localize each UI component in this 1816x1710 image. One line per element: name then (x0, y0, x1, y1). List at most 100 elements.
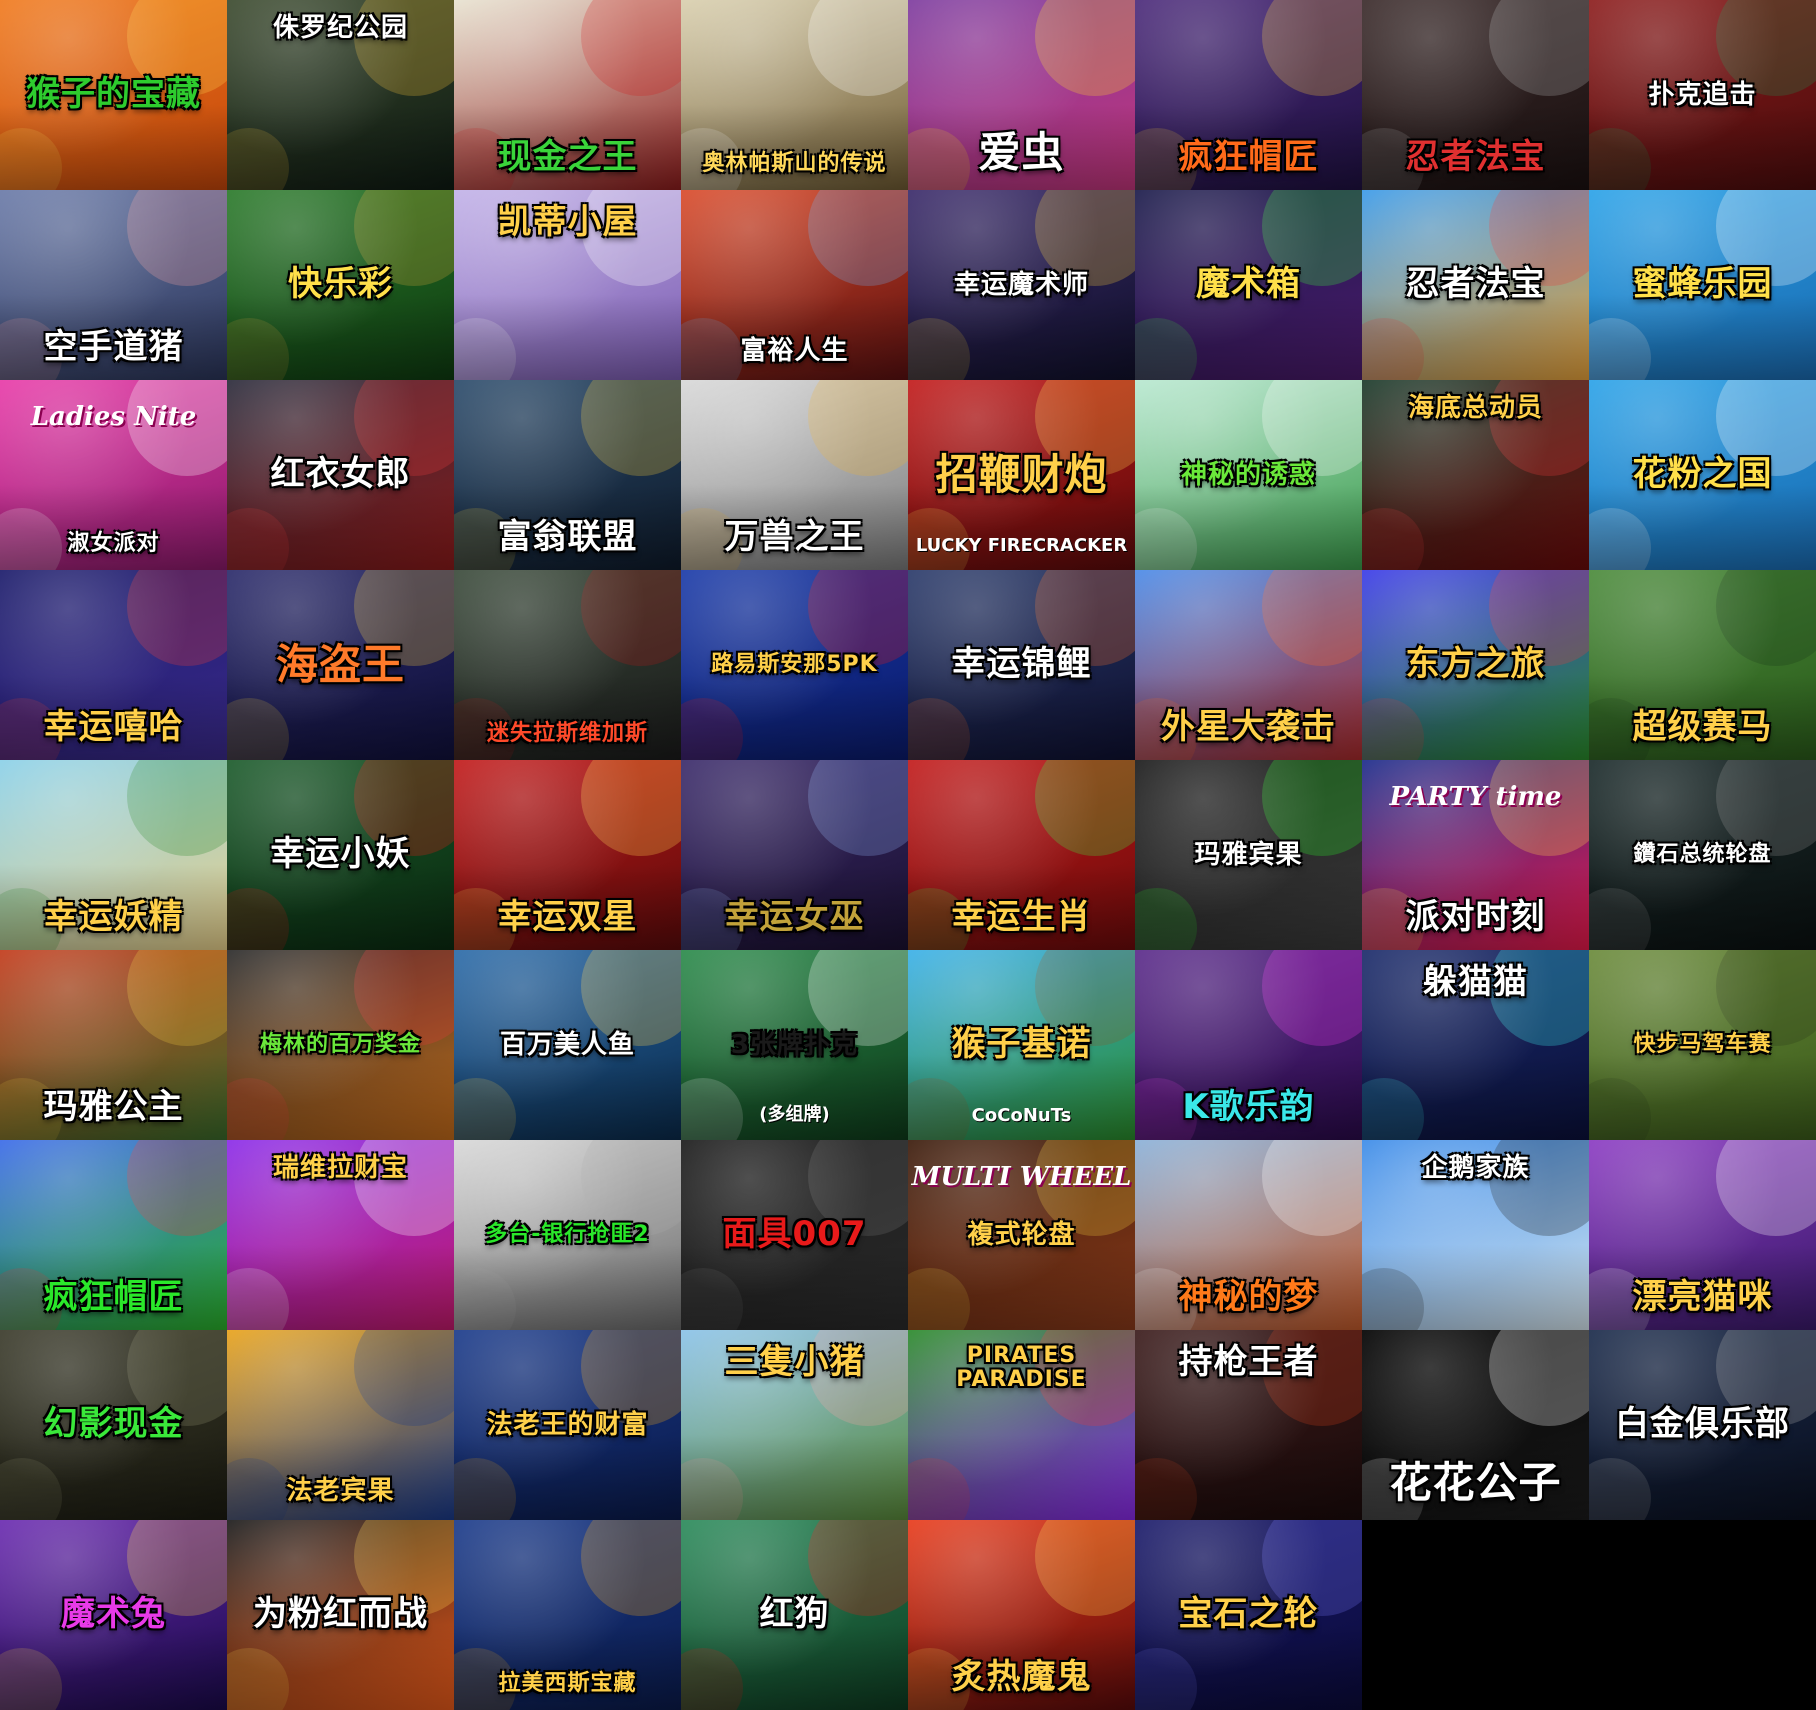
game-title: 神秘的诱惑 (1180, 459, 1316, 490)
game-tile[interactable]: 白金俱乐部 (1589, 1330, 1816, 1520)
game-tile[interactable]: 爱虫 (908, 0, 1135, 190)
game-tile[interactable]: 幸运嘻哈 (0, 570, 227, 760)
tile-artwork (127, 760, 227, 856)
tile-artwork (908, 128, 970, 190)
game-tile[interactable]: 现金之王 (454, 0, 681, 190)
game-tile[interactable]: 万兽之王 (681, 380, 908, 570)
tile-artwork (1716, 570, 1816, 666)
game-tile[interactable]: 幸运双星 (454, 760, 681, 950)
game-tile[interactable]: 幸运女巫 (681, 760, 908, 950)
game-tile[interactable]: 百万美人鱼 (454, 950, 681, 1140)
game-title: 幸运女巫 (724, 896, 865, 937)
game-tile[interactable]: 路易斯安那5PK (681, 570, 908, 760)
game-title: 幻影现金 (43, 1404, 184, 1445)
game-tile[interactable]: 忍者法宝 (1362, 190, 1589, 380)
game-title: 魔术箱 (1196, 264, 1301, 305)
game-tile[interactable]: 红狗 (681, 1520, 908, 1710)
game-tile[interactable]: 红衣女郎 (227, 380, 454, 570)
game-tile[interactable]: 魔术兔 (0, 1520, 227, 1710)
game-tile[interactable]: Ladies Nite 淑女派对 (0, 380, 227, 570)
game-tile[interactable]: 神秘的诱惑 (1135, 380, 1362, 570)
game-title: 複式轮盘 (967, 1219, 1076, 1250)
game-tile[interactable]: 持枪王者 (1135, 1330, 1362, 1520)
game-tile[interactable]: 超级赛马 (1589, 570, 1816, 760)
game-tile[interactable]: 3张牌扑克 (多组牌) (681, 950, 908, 1140)
game-tile[interactable]: 幻影现金 (0, 1330, 227, 1520)
game-tile[interactable]: PIRATES PARADISE (908, 1330, 1135, 1520)
game-tile[interactable]: 三隻小猪 (681, 1330, 908, 1520)
game-tile[interactable]: MULTI WHEEL 複式轮盘 (908, 1140, 1135, 1330)
tile-artwork (1362, 1078, 1424, 1140)
game-title: 外星大袭击 (1161, 706, 1336, 747)
game-tile[interactable]: 富翁联盟 (454, 380, 681, 570)
game-tile[interactable]: 疯狂帽匠 (0, 1140, 227, 1330)
game-tile[interactable]: 招鞭财炮 LUCKY FIRECRACKER (908, 380, 1135, 570)
game-tile[interactable]: 奥林帕斯山的传说 (681, 0, 908, 190)
game-tile[interactable]: 漂亮猫咪 (1589, 1140, 1816, 1330)
game-tile[interactable]: 迷失拉斯维加斯 (454, 570, 681, 760)
game-tile[interactable]: 多台-银行抢匪2 (454, 1140, 681, 1330)
game-tile[interactable]: 幸运锦鲤 (908, 570, 1135, 760)
game-tile[interactable]: 快乐彩 (227, 190, 454, 380)
game-tile[interactable]: 幸运妖精 (0, 760, 227, 950)
game-tile[interactable]: 凯蒂小屋 (454, 190, 681, 380)
game-title: 超级赛马 (1632, 706, 1773, 747)
game-tile[interactable]: K歌乐韵 (1135, 950, 1362, 1140)
empty-cell (1589, 1520, 1816, 1710)
game-tile[interactable]: 幸运魔术师 (908, 190, 1135, 380)
tile-artwork (1362, 508, 1424, 570)
game-tile[interactable]: 玛雅公主 (0, 950, 227, 1140)
game-logo-text: Ladies Nite (30, 402, 197, 432)
game-tile[interactable]: 幸运小妖 (227, 760, 454, 950)
game-tile[interactable]: 法老宾果 (227, 1330, 454, 1520)
game-tile[interactable]: 为粉红而战 (227, 1520, 454, 1710)
game-subtitle: LUCKY FIRECRACKER (915, 535, 1128, 556)
game-tile[interactable]: 瑞维拉财宝 (227, 1140, 454, 1330)
game-tile[interactable]: 鑽石总统轮盘 (1589, 760, 1816, 950)
tile-artwork (581, 1520, 681, 1616)
game-tile[interactable]: 海盗王 (227, 570, 454, 760)
game-tile[interactable]: 拉美西斯宝藏 (454, 1520, 681, 1710)
game-title: 忍者法宝 (1405, 136, 1546, 177)
game-title: 红衣女郎 (270, 454, 411, 495)
game-tile[interactable]: 花粉之国 (1589, 380, 1816, 570)
game-tile[interactable]: 猴子基诺 CoCoNuTs (908, 950, 1135, 1140)
game-tile[interactable]: 东方之旅 (1362, 570, 1589, 760)
game-tile[interactable]: 炙热魔鬼 (908, 1520, 1135, 1710)
tile-artwork (681, 1268, 743, 1330)
game-tile[interactable]: 富裕人生 (681, 190, 908, 380)
game-tile[interactable]: 外星大袭击 (1135, 570, 1362, 760)
game-tile[interactable]: 疯狂帽匠 (1135, 0, 1362, 190)
game-tile[interactable]: 玛雅宾果 (1135, 760, 1362, 950)
game-tile[interactable]: 蜜蜂乐园 (1589, 190, 1816, 380)
game-tile[interactable]: 猴子的宝藏 (0, 0, 227, 190)
game-tile[interactable]: 梅林的百万奖金 (227, 950, 454, 1140)
game-tile[interactable]: 侏罗纪公园 (227, 0, 454, 190)
game-title: 富裕人生 (740, 336, 849, 367)
game-subtitle: (多组牌) (759, 1104, 830, 1125)
game-tile[interactable]: 魔术箱 (1135, 190, 1362, 380)
game-title: 扑克追击 (1648, 79, 1757, 110)
game-tile[interactable]: 花花公子 (1362, 1330, 1589, 1520)
tile-artwork (1589, 318, 1651, 380)
game-tile[interactable]: 空手道猪 (0, 190, 227, 380)
game-title: 漂亮猫咪 (1632, 1276, 1773, 1317)
tile-artwork (908, 698, 970, 760)
game-tile[interactable]: 宝石之轮 (1135, 1520, 1362, 1710)
game-tile[interactable]: 面具007 (681, 1140, 908, 1330)
game-title: K歌乐韵 (1182, 1086, 1315, 1127)
game-tile[interactable]: 法老王的财富 (454, 1330, 681, 1520)
game-tile[interactable]: 海底总动员 (1362, 380, 1589, 570)
game-tile[interactable]: 企鹅家族 (1362, 1140, 1589, 1330)
game-tile[interactable]: 忍者法宝 (1362, 0, 1589, 190)
game-tile[interactable]: 躲猫猫 (1362, 950, 1589, 1140)
game-tile[interactable]: 扑克追击 (1589, 0, 1816, 190)
game-title: 幸运魔术师 (953, 269, 1089, 300)
game-tile[interactable]: PARTY time 派对时刻 (1362, 760, 1589, 950)
game-title: 幸运妖精 (43, 896, 184, 937)
tile-artwork (1589, 888, 1651, 950)
tile-artwork (454, 1078, 516, 1140)
game-tile[interactable]: 幸运生肖 (908, 760, 1135, 950)
game-tile[interactable]: 神秘的梦 (1135, 1140, 1362, 1330)
game-tile[interactable]: 快步马驾车赛 (1589, 950, 1816, 1140)
